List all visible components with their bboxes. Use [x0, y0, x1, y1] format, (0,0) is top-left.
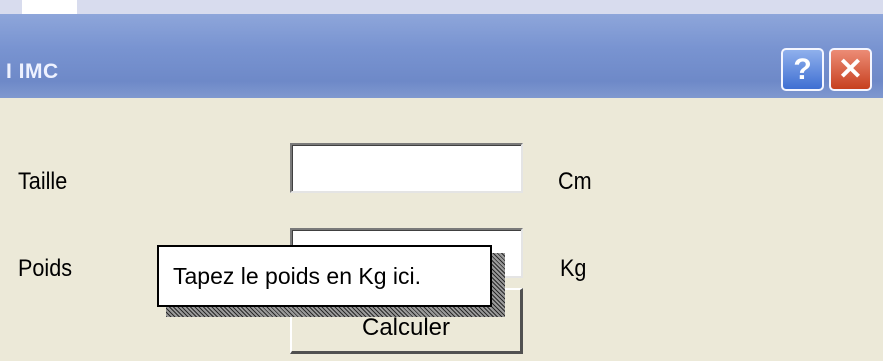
height-field[interactable]	[290, 143, 525, 193]
close-icon: ✕	[837, 53, 864, 86]
weight-label: Poids	[18, 255, 73, 282]
tooltip-text: Tapez le poids en Kg ici.	[173, 262, 422, 289]
height-input[interactable]	[292, 145, 525, 193]
weight-tooltip: Tapez le poids en Kg ici.	[157, 245, 492, 307]
title-bar[interactable]: I IMC ? ✕	[0, 14, 883, 98]
window-title: I IMC	[6, 60, 59, 83]
height-unit-label: Cm	[558, 168, 592, 195]
question-mark-icon: ?	[793, 52, 812, 86]
background-window-fragment	[22, 0, 77, 14]
help-button[interactable]: ?	[781, 48, 824, 91]
height-label: Taille	[18, 168, 68, 195]
close-button[interactable]: ✕	[829, 48, 872, 91]
weight-unit-label: Kg	[560, 255, 587, 282]
background-strip	[0, 0, 883, 14]
